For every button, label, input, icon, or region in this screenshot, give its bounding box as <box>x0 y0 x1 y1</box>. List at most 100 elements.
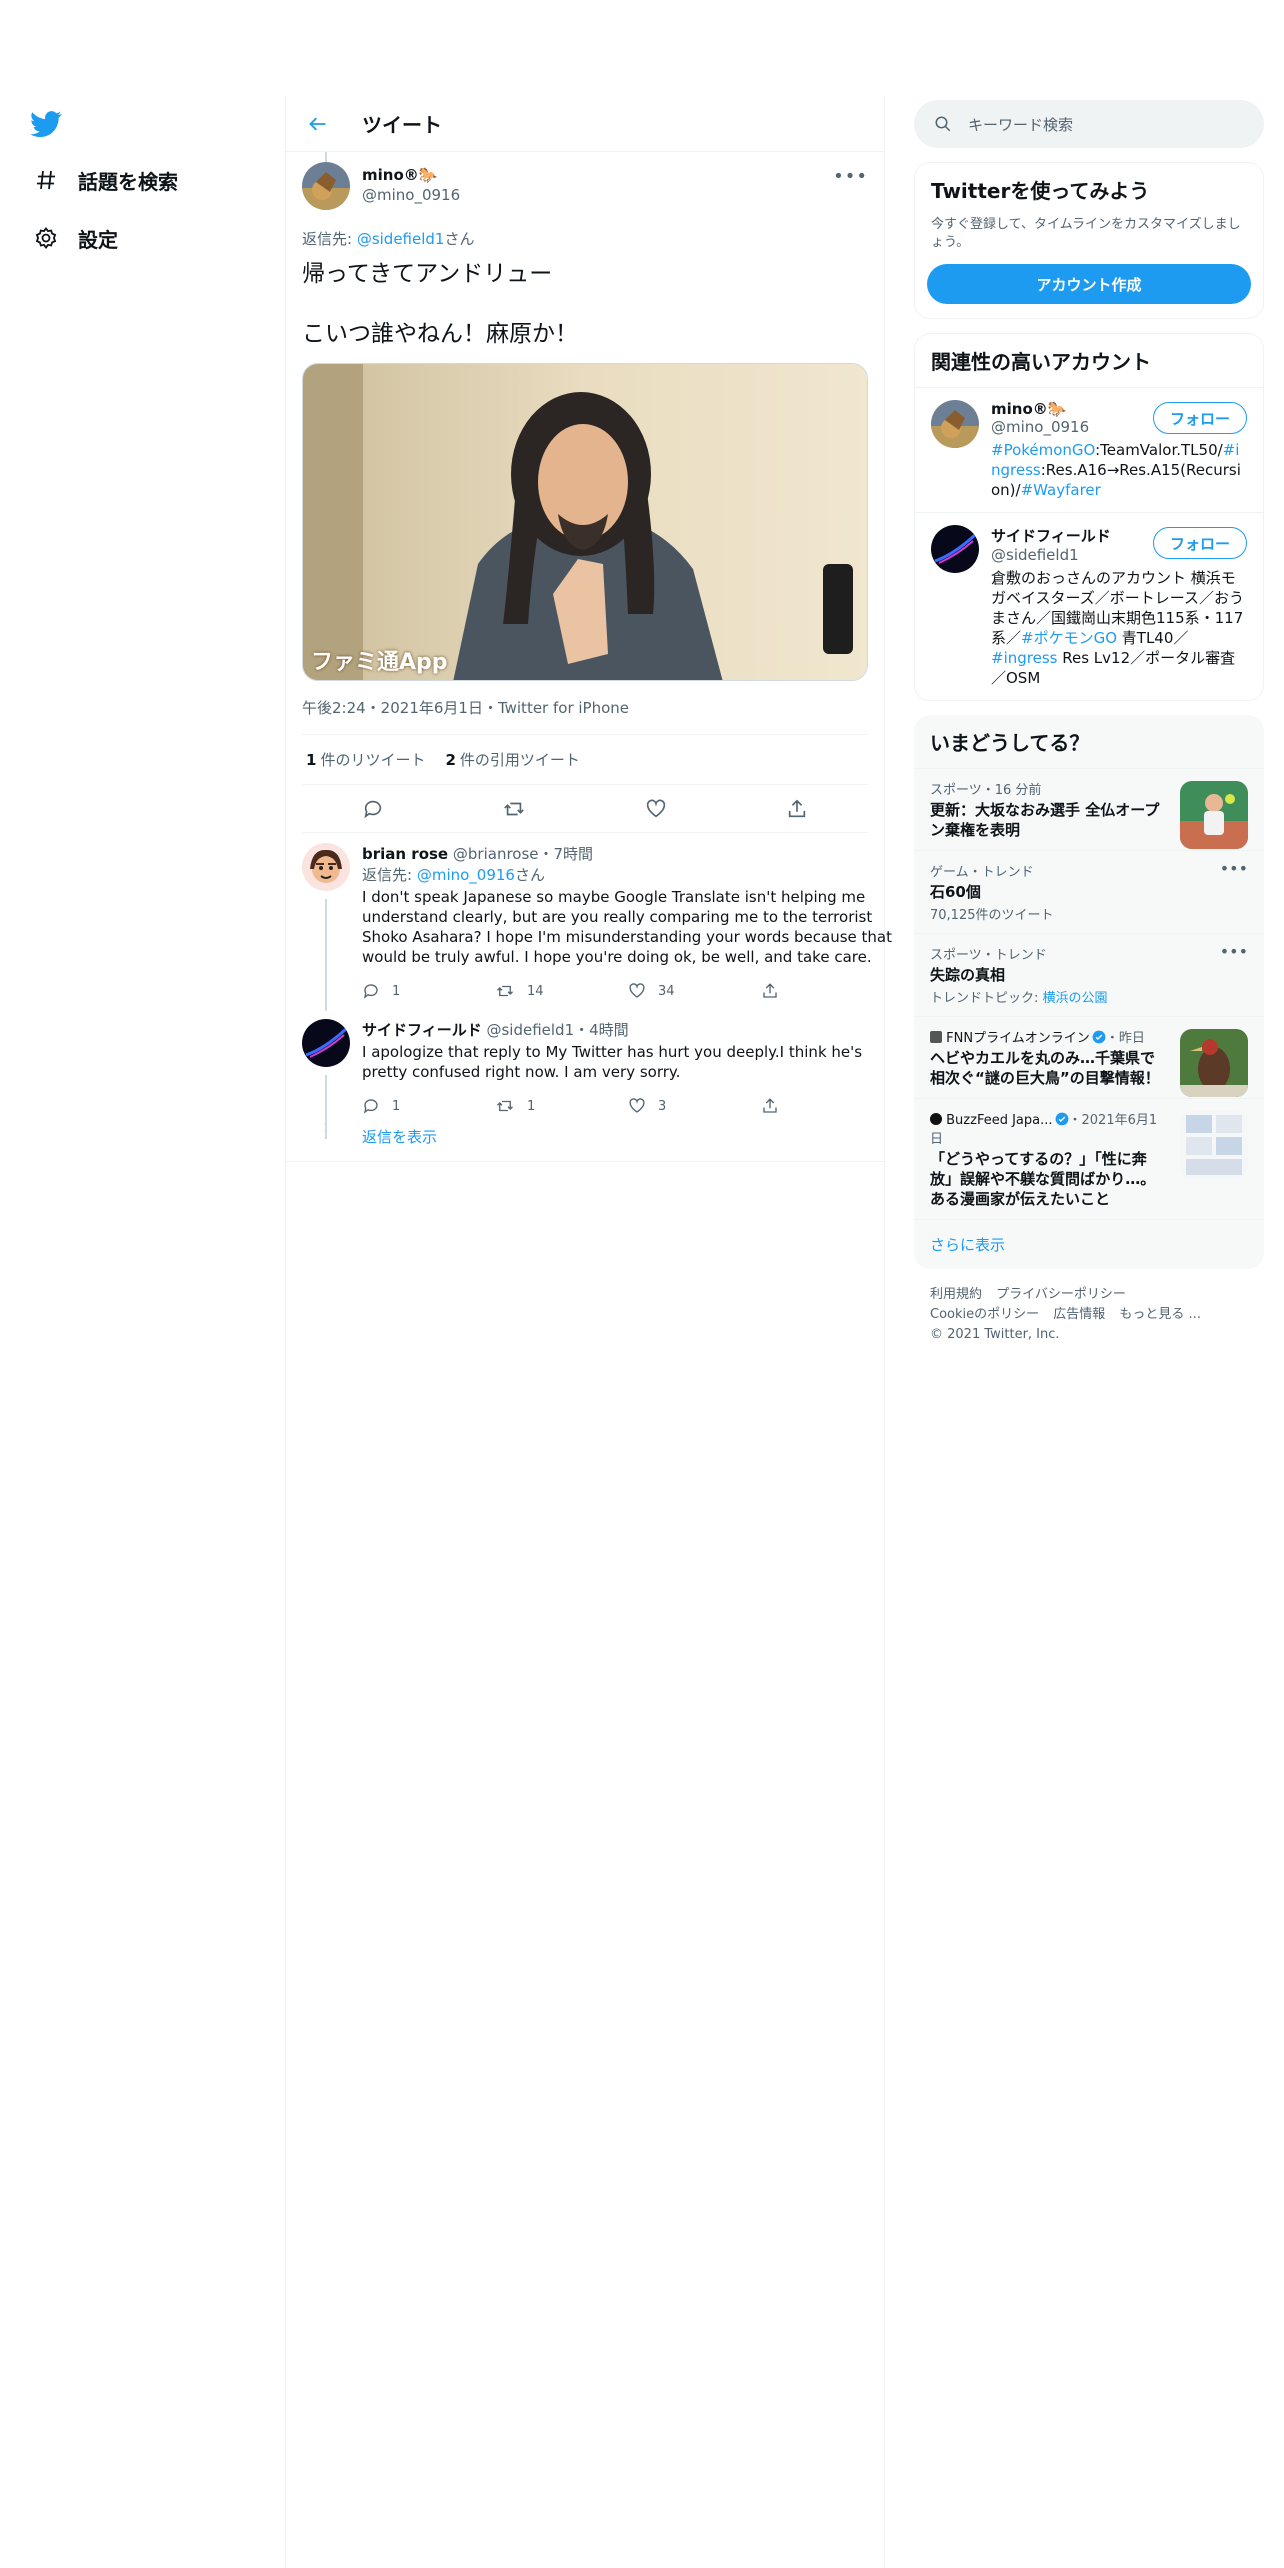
reply-tweet[interactable]: サイドフィールド @sidefield1・4時間 I apologize tha… <box>286 1005 884 1139</box>
search-input[interactable]: キーワード検索 <box>914 100 1264 148</box>
media-watermark: ファミ通App <box>311 650 448 675</box>
trend-topic-link[interactable]: 横浜の公園 <box>1043 991 1108 1006</box>
author-name[interactable]: mino®🐎 <box>362 166 460 184</box>
like-count: 34 <box>658 983 675 999</box>
retweet-icon <box>497 1100 513 1112</box>
reply-author-name[interactable]: brian rose <box>362 845 448 863</box>
account-bio: 倉敷のおっさんのアカウント 横浜モガベイスターズ／ボートレース／おうまさん／国鐵… <box>991 568 1247 688</box>
trend-category: ゲーム・トレンド <box>930 865 1034 880</box>
signup-description: 今すぐ登録して、タイムラインをカスタマイズしましょう。 <box>931 217 1241 250</box>
retweet-button[interactable]: 1 <box>495 1097 628 1115</box>
author-handle[interactable]: @mino_0916 <box>362 186 460 204</box>
nav-item-label: 話題を検索 <box>78 169 178 194</box>
back-arrow-icon[interactable] <box>304 110 332 138</box>
retweets-label: 件のリツイート <box>320 751 426 769</box>
nav-item-explore[interactable]: 話題を検索 <box>32 160 178 200</box>
share-icon[interactable] <box>784 796 810 822</box>
share-button[interactable] <box>761 982 894 1000</box>
reply-actions: 1 14 34 <box>362 977 894 1005</box>
reply-tweet[interactable]: brian rose @brianrose・7時間 返信先: @mino_091… <box>286 833 892 1011</box>
like-button[interactable]: 34 <box>628 982 761 1000</box>
tweet-media-image[interactable]: ファミ通App <box>302 363 868 681</box>
more-options-icon[interactable]: ••• <box>833 166 868 187</box>
reply-button[interactable]: 1 <box>362 1097 495 1115</box>
like-count: 3 <box>658 1098 667 1114</box>
reply-to-line: 返信先: @mino_0916さん <box>362 864 894 885</box>
retweets-stat[interactable]: 1 件のリツイート <box>306 749 425 770</box>
trend-item[interactable]: BuzzFeed Japa... ・2021年6月1日 「どうやってするの？」「性… <box>914 1098 1264 1219</box>
footer-link-ads[interactable]: 広告情報 <box>1053 1307 1105 1322</box>
account-item[interactable]: サイドフィールド @sidefield1 倉敷のおっさんのアカウント 横浜モガベ… <box>915 512 1263 700</box>
trend-item[interactable]: スポーツ・16 分前 更新：大坂なおみ選手 全仏オープン棄権を表明 <box>914 768 1264 850</box>
quotes-stat[interactable]: 2 件の引用ツイート <box>445 749 579 770</box>
follow-button[interactable]: フォロー <box>1152 527 1247 559</box>
tweet-actions <box>302 785 868 833</box>
avatar[interactable] <box>931 525 979 573</box>
search-icon <box>934 115 952 133</box>
avatar[interactable] <box>931 400 979 448</box>
avatar[interactable] <box>302 1019 350 1067</box>
news-source: BuzzFeed Japa... <box>946 1113 1053 1128</box>
relevant-accounts-card: 関連性の高いアカウント mino®🐎 @mino_0916 #PokémonGO… <box>914 333 1264 701</box>
reply-author-handle[interactable]: @brianrose <box>453 845 539 863</box>
trend-title: 石60個 <box>930 883 981 901</box>
trend-thumbnail <box>1180 1029 1248 1097</box>
share-button[interactable] <box>761 1097 894 1115</box>
footer-link-cookies[interactable]: Cookieのポリシー <box>930 1307 1039 1322</box>
reply-header: brian rose @brianrose・7時間 <box>362 843 894 864</box>
reply-to-link[interactable]: @mino_0916 <box>417 866 515 884</box>
quotes-label: 件の引用ツイート <box>459 751 580 769</box>
trend-item[interactable]: スポーツ・トレンド 失踪の真相 トレンドトピック: 横浜の公園 ••• <box>914 933 1264 1016</box>
more-options-icon[interactable]: ••• <box>1220 859 1248 878</box>
signup-title: Twitterを使ってみよう <box>931 179 1150 203</box>
reply-button[interactable]: 1 <box>362 982 495 1000</box>
reply-author-name[interactable]: サイドフィールド <box>362 1021 482 1039</box>
signup-card: Twitterを使ってみよう 今すぐ登録して、タイムラインをカスタマイズしましょ… <box>914 162 1264 319</box>
trend-tweet-count: 70,125件のツイート <box>930 908 1054 923</box>
retweet-count: 1 <box>527 1098 536 1114</box>
retweet-button[interactable]: 14 <box>495 982 628 1000</box>
like-button[interactable]: 3 <box>628 1097 761 1115</box>
more-options-icon[interactable]: ••• <box>1220 942 1248 961</box>
avatar[interactable] <box>302 162 350 210</box>
reply-time[interactable]: ・7時間 <box>539 845 594 863</box>
nav-item-settings[interactable]: 設定 <box>32 218 118 258</box>
hashtag-link[interactable]: #Wayfarer <box>1021 481 1101 499</box>
follow-button[interactable]: フォロー <box>1152 402 1247 434</box>
news-source: FNNプライムオンライン <box>946 1031 1090 1046</box>
account-item[interactable]: mino®🐎 @mino_0916 #PokémonGO:TeamValor.T… <box>915 387 1263 512</box>
create-account-button[interactable]: アカウント作成 <box>927 264 1251 304</box>
retweet-icon[interactable] <box>501 796 527 822</box>
tweet-timestamp[interactable]: 午後2:24・2021年6月1日・Twitter for iPhone <box>302 697 868 735</box>
hashtag-link[interactable]: #ポケモンGO <box>1021 629 1117 647</box>
trend-item[interactable]: ゲーム・トレンド 石60個 70,125件のツイート ••• <box>914 850 1264 933</box>
twitter-logo-icon[interactable] <box>30 108 62 140</box>
reply-icon[interactable] <box>360 796 386 822</box>
trend-thumbnail <box>1180 1111 1248 1179</box>
reply-count: 1 <box>392 983 401 999</box>
bio-text: 青TL40／ <box>1117 629 1189 647</box>
hashtag-link[interactable]: #PokémonGO <box>991 441 1095 459</box>
trend-title: 失踪の真相 <box>930 966 1006 984</box>
footer-link-terms[interactable]: 利用規約 <box>930 1287 982 1302</box>
quotes-count: 2 <box>445 751 456 769</box>
reply-icon <box>363 1099 378 1114</box>
trend-subtitle-prefix: トレンドトピック: <box>930 991 1043 1006</box>
show-replies-link[interactable]: 返信を表示 <box>362 1128 437 1146</box>
trend-item[interactable]: FNNプライムオンライン ・昨日 ヘビやカエルを丸のみ…千葉県で相次ぐ“謎の巨大鳥… <box>914 1016 1264 1098</box>
retweet-count: 14 <box>527 983 544 999</box>
reply-time[interactable]: ・4時間 <box>574 1021 629 1039</box>
avatar[interactable] <box>302 843 350 891</box>
show-more-link[interactable]: さらに表示 <box>914 1219 1264 1269</box>
like-icon[interactable] <box>643 796 669 822</box>
footer-link-more[interactable]: もっと見る ... <box>1119 1307 1201 1322</box>
reply-text: I don't speak Japanese so maybe Google T… <box>362 888 893 966</box>
reply-to-link[interactable]: @sidefield1 <box>357 230 445 248</box>
hashtag-link[interactable]: #ingress <box>991 649 1057 667</box>
relevant-accounts-title: 関連性の高いアカウント <box>931 350 1151 374</box>
reply-author-handle[interactable]: @sidefield1 <box>486 1021 574 1039</box>
news-source-icon <box>930 1113 942 1125</box>
footer-link-privacy[interactable]: プライバシーポリシー <box>996 1287 1126 1302</box>
account-bio: #PokémonGO:TeamValor.TL50/#ingress:Res.A… <box>991 440 1247 500</box>
bio-text: :TeamValor.TL50/ <box>1095 441 1223 459</box>
